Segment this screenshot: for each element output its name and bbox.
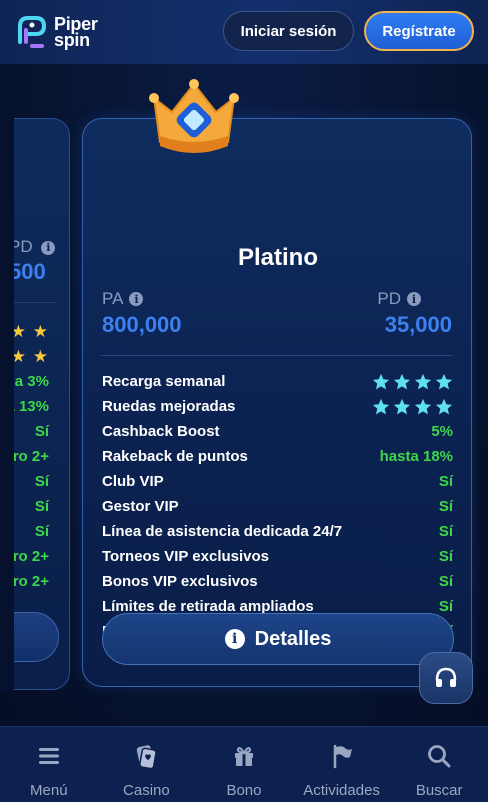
feature-row: Recarga semanal <box>102 369 453 394</box>
side-row-value: ro 2+ <box>12 448 49 465</box>
feature-row: Ruedas mejoradas <box>102 394 453 419</box>
feature-value: hasta 18% <box>379 448 453 465</box>
feature-row: Bonos VIP exclusivos Sí <box>102 569 453 594</box>
star-icon <box>435 373 453 389</box>
feature-label: Ruedas mejoradas <box>102 398 236 415</box>
star-icon <box>414 398 432 414</box>
feature-row: Club VIP Sí <box>102 469 453 494</box>
star-icon <box>372 373 390 389</box>
feature-value: Sí <box>438 548 453 565</box>
side-row-stars: ★ ★ <box>10 322 49 341</box>
details-label: Detalles <box>254 627 332 650</box>
details-button[interactable]: i Detalles <box>102 613 454 665</box>
crown-icon <box>149 79 239 153</box>
side-row-value: ro 2+ <box>12 573 49 590</box>
nav-label: Actividades <box>303 782 380 799</box>
piperspin-logo[interactable]: Piper spin <box>12 10 112 54</box>
headset-icon <box>435 667 457 687</box>
feature-value: Sí <box>438 598 453 615</box>
tier-title: Platino <box>237 244 318 271</box>
info-icon[interactable]: i <box>407 292 421 306</box>
top-header: Piper spin Iniciar sesión Regístrate <box>0 0 488 64</box>
logo-text-line2: spin <box>54 30 90 50</box>
nav-label: Bono <box>226 782 262 799</box>
nav-item-activities[interactable]: Actividades <box>293 727 391 802</box>
logo-mark-icon <box>18 16 47 48</box>
feature-label: Rakeback de puntos <box>102 448 248 465</box>
nav-label: Menú <box>30 782 68 799</box>
feature-label: Bonos VIP exclusivos <box>102 573 258 590</box>
star-icon <box>393 373 411 389</box>
side-row-value: ro 2+ <box>12 548 49 565</box>
feature-row: Rakeback de puntos hasta 18% <box>102 444 453 469</box>
side-row-value: Sí <box>34 523 49 540</box>
feature-value: 5% <box>431 423 453 440</box>
feature-row: Línea de asistencia dedicada 24/7 Sí <box>102 519 453 544</box>
star-icon <box>435 398 453 414</box>
nav-item-casino[interactable]: Casino <box>98 727 196 802</box>
feature-value: Sí <box>438 473 453 490</box>
star-icon <box>414 373 432 389</box>
side-row-stars: ★ ★ <box>10 347 49 366</box>
carousel-edge <box>0 118 14 690</box>
casino-icon <box>137 745 158 769</box>
nav-item-search[interactable]: Buscar <box>390 727 488 802</box>
tier-card-platino: Platino PA i 800,000 PD i 35,000 Recarga… <box>82 118 472 687</box>
menu-icon <box>38 748 59 764</box>
pa-value: 800,000 <box>102 312 182 337</box>
side-pd-value: 500 <box>9 259 46 284</box>
gift-icon <box>234 747 253 766</box>
info-icon[interactable]: i <box>129 292 144 306</box>
feature-value: Sí <box>438 498 453 515</box>
pd-label: PD <box>377 289 401 308</box>
login-button[interactable]: Iniciar sesión <box>223 11 354 51</box>
vip-carousel: PD i 500 ★ ★ ★ ★ a 3% a 13% Sí ro 2+ Sí … <box>0 64 488 726</box>
feature-row: Torneos VIP exclusivos Sí <box>102 544 453 569</box>
feature-label: Gestor VIP <box>102 498 179 515</box>
side-row-value: Sí <box>34 423 49 440</box>
search-icon <box>428 745 451 768</box>
star-rating <box>372 373 453 391</box>
feature-label: Club VIP <box>102 473 164 490</box>
star-icon <box>393 398 411 414</box>
nav-label: Casino <box>123 782 170 799</box>
feature-value: Sí <box>438 523 453 540</box>
info-icon: i <box>41 240 56 255</box>
divider <box>101 355 453 356</box>
side-row-value: Sí <box>34 473 49 490</box>
nav-item-bonus[interactable]: Bono <box>195 727 293 802</box>
feature-label: Torneos VIP exclusivos <box>102 548 270 565</box>
feature-value: Sí <box>438 573 453 590</box>
feature-row: Cashback Boost 5% <box>102 419 453 444</box>
support-chat-button[interactable] <box>419 652 473 704</box>
side-row-value: Sí <box>34 498 49 515</box>
star-rating <box>372 398 453 416</box>
register-button[interactable]: Regístrate <box>364 11 474 51</box>
pa-label: PA <box>102 289 124 308</box>
nav-label: Buscar <box>415 782 463 799</box>
feature-label: Recarga semanal <box>102 373 226 390</box>
bottom-navigation: Menú Casino Bono Actividades Buscar <box>0 726 488 802</box>
star-icon <box>372 398 390 414</box>
flag-icon <box>333 744 352 769</box>
nav-item-menu[interactable]: Menú <box>0 727 98 802</box>
feature-row: Gestor VIP Sí <box>102 494 453 519</box>
feature-label: Cashback Boost <box>102 423 220 440</box>
pd-value: 35,000 <box>384 312 452 337</box>
info-icon: i <box>224 629 245 649</box>
side-row-value: a 3% <box>14 373 49 390</box>
feature-label: Línea de asistencia dedicada 24/7 <box>102 523 343 540</box>
